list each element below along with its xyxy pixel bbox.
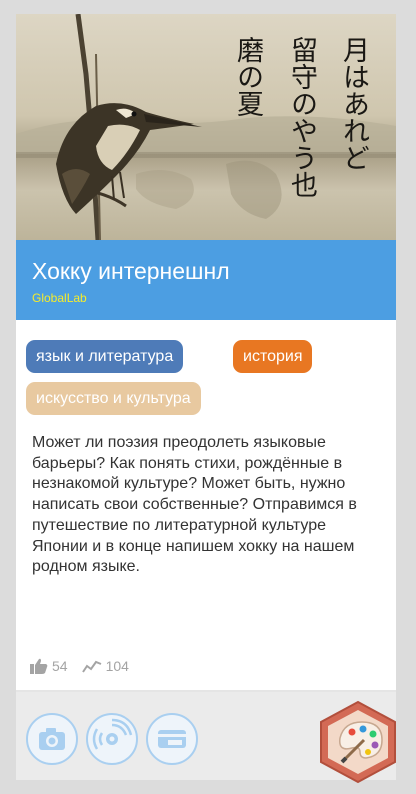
card-icon[interactable] [146, 713, 198, 765]
project-title[interactable]: Хокку интернешнл [32, 256, 380, 286]
project-description: Может ли поэзия преодолеть языковые барь… [32, 434, 357, 576]
palette-icon [320, 700, 396, 784]
cover-image[interactable]: 月はあれど 留守のやう也 磨の夏 [16, 14, 396, 240]
likes-count: 54 [52, 658, 68, 674]
title-bar[interactable]: Хокку интернешнл GlobalLab [16, 240, 396, 320]
organization-label[interactable]: GlobalLab [32, 291, 380, 305]
poem-column-2: 留守のやう也 [286, 36, 317, 198]
sensor-icon[interactable] [86, 713, 138, 765]
stats-row: 54 104 [30, 656, 129, 676]
poem-column-1: 月はあれど [338, 36, 369, 171]
views-count: 104 [105, 658, 129, 674]
poem-column-3: 磨の夏 [232, 36, 263, 117]
camera-icon[interactable] [26, 713, 78, 765]
tag-history[interactable]: история [233, 340, 313, 373]
tag-art-culture[interactable]: искусство и культура [26, 382, 201, 415]
thumbs-up-icon [30, 658, 48, 674]
activity-graph-icon [81, 660, 101, 673]
tag-language-literature[interactable]: язык и литература [26, 340, 184, 373]
palette-badge[interactable] [318, 700, 398, 784]
project-card[interactable]: 月はあれど 留守のやう也 磨の夏 Хокку интернешнл Global… [16, 14, 396, 780]
